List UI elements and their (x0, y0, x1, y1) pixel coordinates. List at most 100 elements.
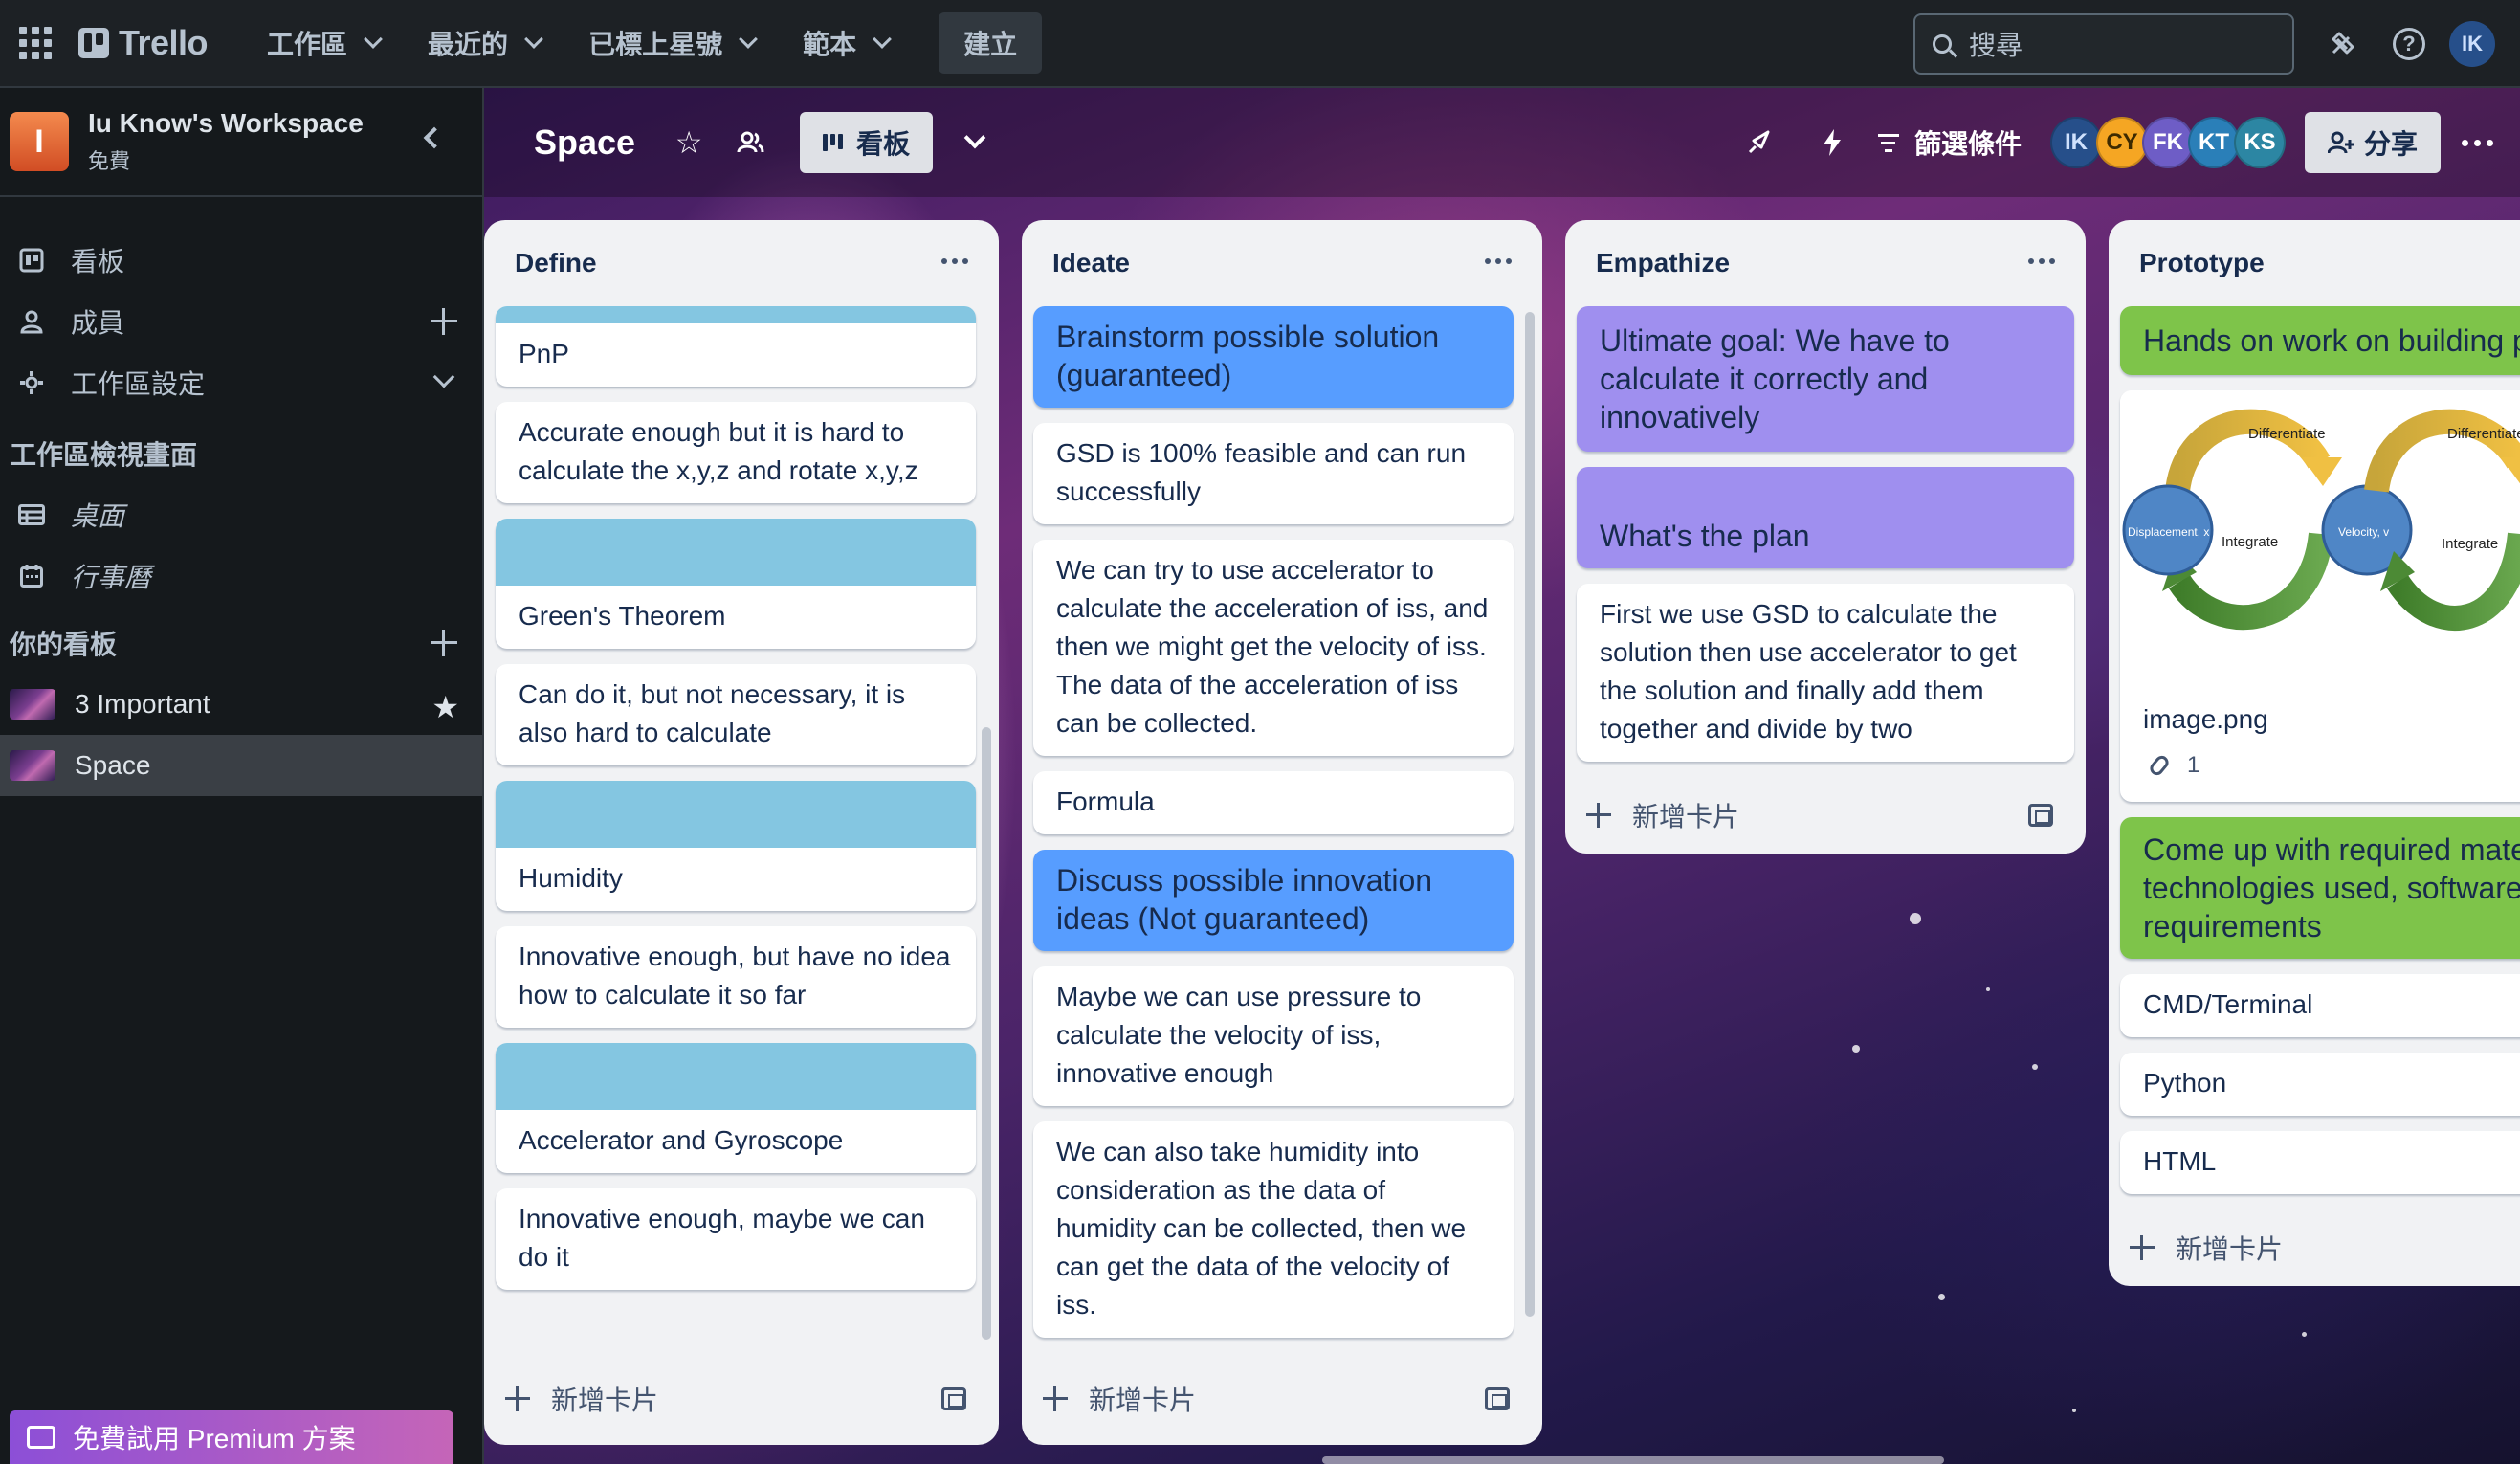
card[interactable]: Ultimate goal: We have to calculate it c… (1577, 306, 2074, 452)
star-filled-icon[interactable]: ★ (431, 689, 459, 725)
card[interactable]: First we use GSD to calculate the soluti… (1577, 584, 2074, 762)
add-card-label: 新增卡片 (2176, 1234, 2284, 1264)
search-input[interactable]: 搜尋 (1913, 13, 2294, 75)
list-header[interactable]: Empathize (1565, 220, 2086, 306)
share-button[interactable]: 分享 (2304, 112, 2441, 173)
card[interactable]: Innovative enough, maybe we can do it (496, 1188, 976, 1290)
menu-recent[interactable]: 最近的 (407, 12, 562, 74)
member-avatar[interactable]: KS (2233, 117, 2286, 168)
sidebar-board-3-important[interactable]: 3 Important ★ (0, 674, 482, 735)
background-star (2302, 1332, 2307, 1337)
board-icon (17, 246, 46, 275)
collapse-sidebar-icon[interactable] (423, 126, 446, 149)
board-header: Space ☆ 看板 篩選條件 IK CY FK KT KS 分享 (484, 88, 2520, 197)
card[interactable]: What's the plan (1577, 467, 2074, 568)
list-title: Empathize (1596, 248, 1731, 277)
help-icon[interactable]: ? (2382, 17, 2436, 71)
sidebar-item-settings[interactable]: 工作區設定 (0, 352, 482, 413)
chevron-down-icon (364, 30, 383, 49)
filter-icon (1877, 133, 1899, 152)
card[interactable]: Python (2120, 1053, 2520, 1116)
card[interactable]: CMD/Terminal (2120, 974, 2520, 1037)
sidebar-view-calendar[interactable]: 行事曆 (0, 545, 482, 607)
card[interactable]: Differentiate Integrate Displacement, x … (2120, 390, 2520, 802)
sidebar-item-label: 桌面 (71, 501, 125, 531)
card[interactable]: Maybe we can use pressure to calculate t… (1033, 966, 1514, 1106)
board-view-button[interactable]: 看板 (800, 112, 934, 173)
card[interactable]: PnP (496, 306, 976, 387)
card-template-icon[interactable] (2028, 804, 2053, 827)
visibility-icon[interactable] (729, 122, 771, 164)
card[interactable]: Brainstorm possible solution (guaranteed… (1033, 306, 1514, 408)
card[interactable]: Come up with required materials, technol… (2120, 817, 2520, 959)
card[interactable]: Innovative enough, but have no idea how … (496, 926, 976, 1028)
member-avatar[interactable]: CY (2095, 117, 2148, 168)
list-empathize: Empathize Ultimate goal: We have to calc… (1565, 220, 2086, 854)
list-header[interactable]: Ideate (1022, 220, 1542, 306)
card[interactable]: Humidity (496, 781, 976, 911)
background-star (1938, 1294, 1945, 1300)
list-header[interactable]: Prototype (2109, 220, 2520, 306)
member-avatar[interactable]: FK (2141, 117, 2194, 168)
card[interactable]: Green's Theorem (496, 519, 976, 649)
card[interactable]: HTML (2120, 1131, 2520, 1194)
list-scrollbar[interactable] (1525, 312, 1535, 1317)
chevron-down-icon[interactable] (432, 366, 455, 388)
board-menu-icon[interactable] (2462, 139, 2493, 146)
card[interactable]: Can do it, but not necessary, it is also… (496, 664, 976, 765)
menu-starred[interactable]: 已標上星號 (567, 12, 776, 74)
sidebar-item-members[interactable]: 成員 (0, 291, 482, 352)
create-button[interactable]: 建立 (939, 12, 1043, 74)
card-template-icon[interactable] (1485, 1387, 1510, 1410)
star-outline-icon[interactable]: ☆ (668, 122, 710, 164)
power-ups-icon[interactable] (1738, 122, 1780, 164)
card-template-icon[interactable] (941, 1387, 966, 1410)
diagram-label: Integrate (2222, 534, 2278, 550)
member-avatar[interactable]: IK (2049, 117, 2102, 168)
card[interactable]: We can try to use accelerator to calcula… (1033, 540, 1514, 756)
add-card-button[interactable]: 新增卡片 (1565, 777, 2086, 854)
sidebar: I Iu Know's Workspace 免費 看板 成員 工作區設定 工作區… (0, 88, 484, 1464)
card-title: Hands on work on building prototype of p… (2143, 323, 2520, 358)
calculus-cycle-diagram: Differentiate Integrate Displacement, x … (2122, 409, 2520, 631)
list-title: Define (515, 248, 597, 277)
list-scrollbar[interactable] (982, 727, 991, 1340)
board-title[interactable]: Space (534, 122, 635, 163)
member-avatar[interactable]: KT (2187, 117, 2240, 168)
card[interactable]: We can also take humidity into considera… (1033, 1121, 1514, 1338)
sidebar-view-table[interactable]: 桌面 (0, 484, 482, 545)
card[interactable]: GSD is 100% feasible and can run success… (1033, 423, 1514, 524)
premium-trial-button[interactable]: 免費試用 Premium 方案 (10, 1410, 453, 1464)
diagram-label: Differentiate (2447, 426, 2520, 442)
card[interactable]: Hands on work on building prototype of p… (2120, 306, 2520, 375)
add-card-button[interactable]: 新增卡片 (1022, 1353, 1542, 1445)
app-switcher-icon[interactable] (6, 13, 65, 73)
add-board-icon[interactable] (431, 630, 457, 656)
list-menu-icon[interactable] (941, 258, 968, 264)
card[interactable]: Discuss possible innovation ideas (Not g… (1033, 850, 1514, 951)
trello-logo[interactable]: Trello (78, 23, 209, 63)
sidebar-item-boards[interactable]: 看板 (0, 230, 482, 291)
add-member-icon[interactable] (431, 308, 457, 335)
board-name: 3 Important (75, 689, 210, 719)
menu-templates[interactable]: 範本 (782, 12, 910, 74)
card[interactable]: Accelerator and Gyroscope (496, 1043, 976, 1173)
workspace-name[interactable]: Iu Know's Workspace (88, 108, 364, 139)
card-image-cover: Differentiate Integrate Displacement, x … (2120, 390, 2520, 687)
menu-workspaces[interactable]: 工作區 (246, 12, 401, 74)
notifications-icon[interactable] (2315, 17, 2369, 71)
board-horizontal-scrollbar[interactable] (1322, 1456, 1944, 1464)
list-header[interactable]: Define (484, 220, 999, 306)
sidebar-board-space[interactable]: Space (0, 735, 482, 796)
add-card-button[interactable]: 新增卡片 (2109, 1209, 2520, 1286)
card[interactable]: Formula (1033, 771, 1514, 834)
filter-button[interactable]: 篩選條件 (1877, 123, 2022, 162)
list-menu-icon[interactable] (1485, 258, 1512, 264)
section-title: 你的看板 (10, 630, 118, 659)
automation-icon[interactable] (1811, 122, 1853, 164)
add-card-button[interactable]: 新增卡片 (484, 1353, 999, 1445)
card[interactable]: Accurate enough but it is hard to calcul… (496, 402, 976, 503)
chevron-down-icon[interactable] (963, 126, 986, 149)
list-menu-icon[interactable] (2028, 258, 2055, 264)
account-avatar[interactable]: IK (2449, 21, 2495, 67)
